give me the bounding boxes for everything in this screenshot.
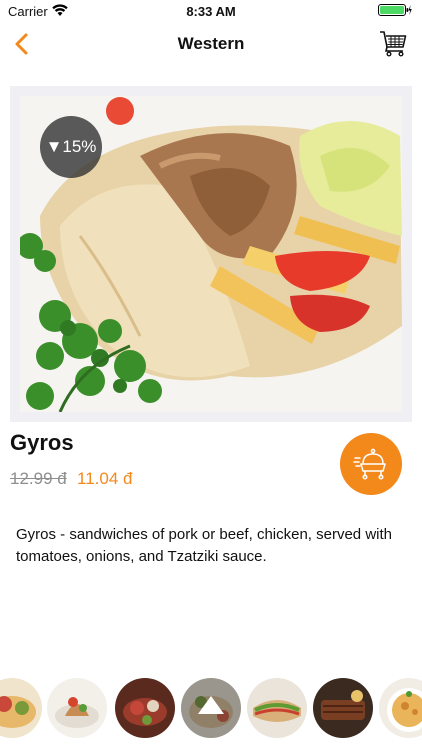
cart-icon[interactable] — [378, 28, 408, 58]
thumbnail-carousel[interactable] — [0, 676, 422, 740]
thumbnail-2[interactable] — [47, 678, 107, 738]
page-title: Western — [177, 34, 245, 53]
thumbnail-7[interactable] — [379, 678, 422, 738]
discount-badge: ▼15% — [40, 116, 102, 178]
battery-icon — [378, 4, 412, 16]
navigation-bar: Western — [0, 22, 422, 66]
thumbnail-4-selected[interactable] — [181, 678, 241, 738]
product-photo[interactable]: ▼15% — [20, 96, 402, 412]
thumbnail-3[interactable] — [115, 678, 175, 738]
status-bar: Carrier 8:33 AM — [0, 0, 422, 22]
food-delivery-icon — [353, 448, 386, 480]
clock-time: 8:33 AM — [186, 4, 236, 19]
discounted-price: 11.04 đ — [77, 469, 133, 488]
thumbnail-1[interactable] — [0, 678, 42, 738]
order-delivery-button[interactable] — [340, 433, 402, 495]
thumbnail-5[interactable] — [247, 678, 307, 738]
product-name: Gyros — [10, 430, 74, 455]
thumbnail-6[interactable] — [313, 678, 373, 738]
product-photo-frame: ▼15% — [10, 86, 412, 422]
product-description: Gyros - sandwiches of pork or beef, chic… — [16, 526, 392, 565]
original-price: 12.99 đ — [10, 469, 67, 488]
